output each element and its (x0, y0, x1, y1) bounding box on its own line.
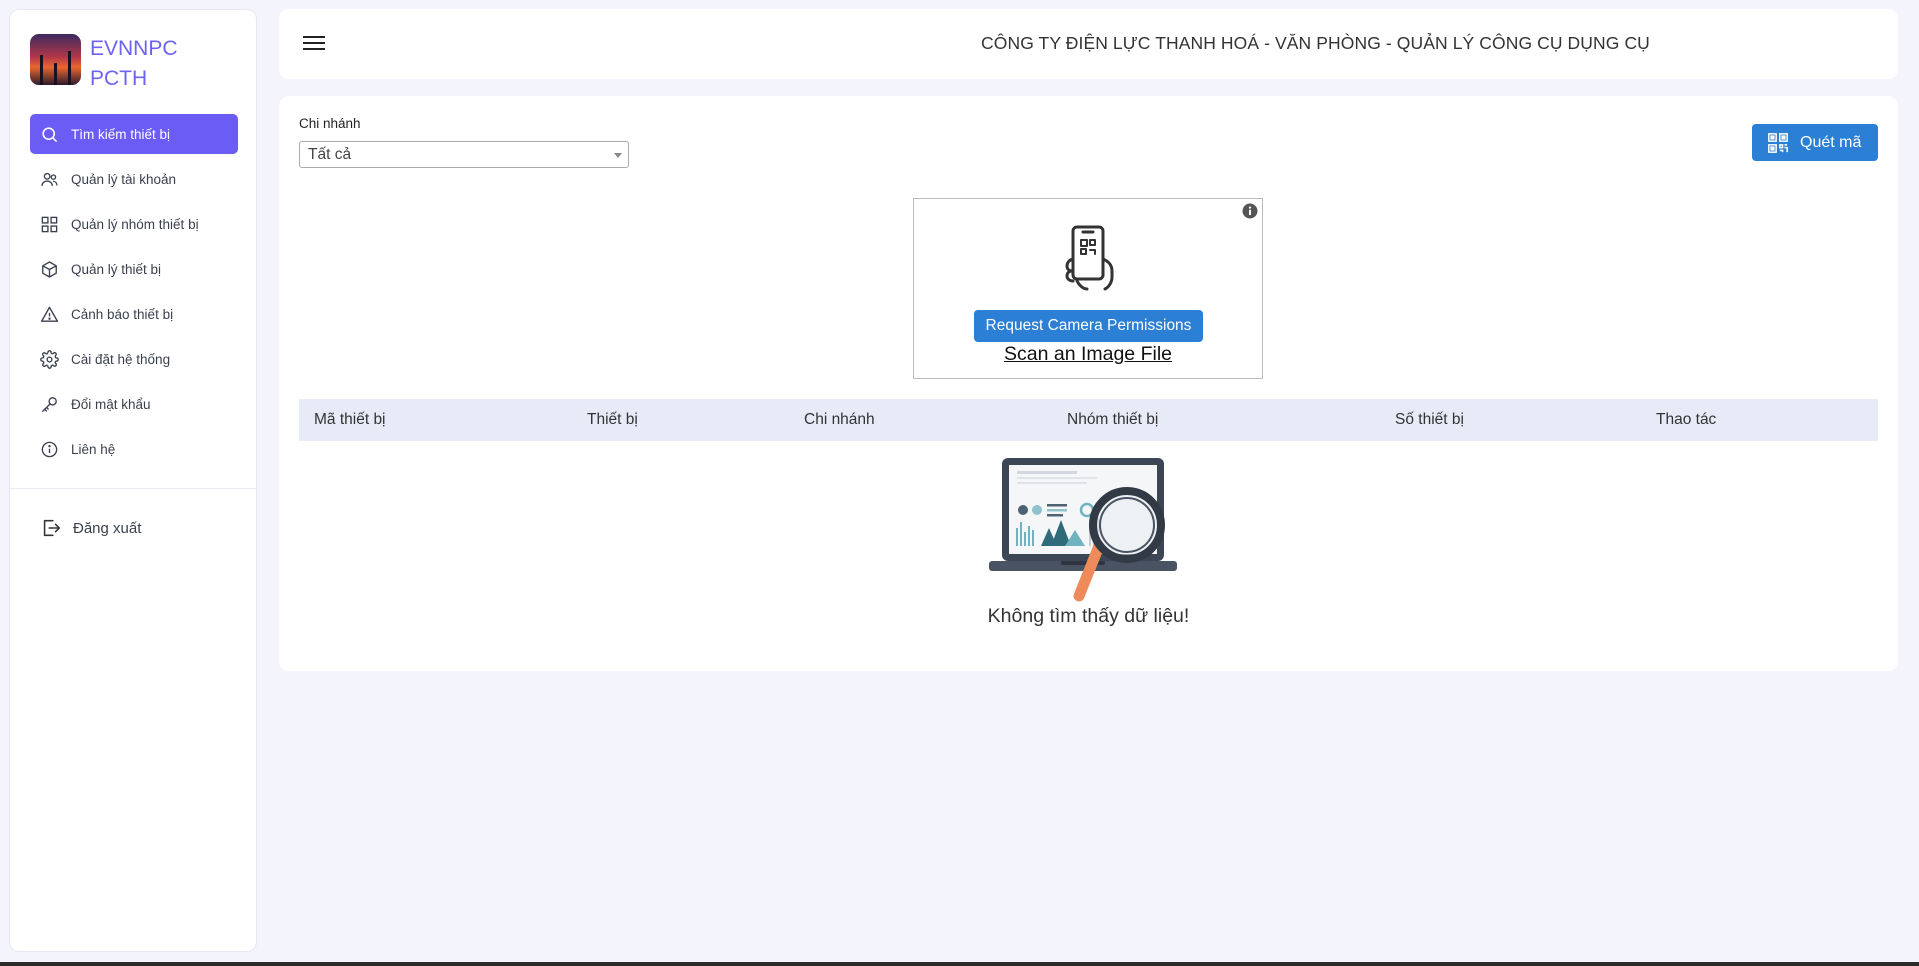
column-header: Mã thiết bị (314, 411, 386, 428)
logout-button[interactable]: Đăng xuất (40, 517, 141, 539)
scan-code-button[interactable]: Quét mã (1752, 124, 1878, 161)
search-icon (42, 126, 58, 142)
window-bottom-edge (0, 962, 1919, 966)
sidebar-item-label: Tìm kiếm thiết bị (71, 126, 171, 142)
request-camera-button[interactable]: Request Camera Permissions (974, 310, 1203, 342)
qr-scanner-panel: Request Camera Permissions Scan an Image… (913, 198, 1263, 379)
sidebar-item-settings[interactable]: Cài đặt hệ thống (30, 339, 238, 379)
phone-scan-icon (1065, 225, 1114, 291)
sidebar-item-search-devices[interactable]: Tìm kiếm thiết bị (30, 114, 238, 154)
scan-code-label: Quét mã (1800, 133, 1862, 151)
sidebar-divider (10, 488, 256, 489)
sidebar-nav: Tìm kiếm thiết bị Quản lý tài khoản Quản… (30, 114, 238, 474)
sidebar-item-device-groups[interactable]: Quản lý nhóm thiết bị (30, 204, 238, 244)
sidebar-item-label: Cảnh báo thiết bị (71, 306, 174, 322)
main-panel: Chi nhánh Tất cả Quét mã Request Camera … (279, 96, 1898, 671)
top-header: CÔNG TY ĐIỆN LỰC THANH HOÁ - VĂN PHÒNG -… (279, 9, 1898, 79)
sidebar-item-label: Đổi mật khẩu (71, 396, 151, 412)
brand-line-2: PCTH (90, 67, 148, 90)
branch-filter-label: Chi nhánh (299, 116, 361, 131)
grid-icon (41, 216, 58, 232)
branch-select[interactable]: Tất cả (299, 141, 629, 168)
sidebar-item-label: Quản lý tài khoản (71, 171, 177, 187)
key-icon (42, 396, 57, 412)
logout-label: Đăng xuất (73, 519, 142, 537)
column-header: Thao tác (1656, 411, 1717, 428)
chevron-down-icon (614, 153, 622, 158)
logout-icon (43, 519, 61, 537)
branch-select-value: Tất cả (308, 146, 352, 163)
menu-toggle-icon[interactable] (303, 36, 325, 52)
column-header: Thiết bị (587, 411, 638, 428)
box-icon (42, 260, 57, 278)
column-header: Nhóm thiết bị (1067, 411, 1159, 428)
empty-state-message: Không tìm thấy dữ liệu! (987, 605, 1190, 627)
page-title: CÔNG TY ĐIỆN LỰC THANH HOÁ - VĂN PHÒNG -… (981, 33, 1650, 53)
brand[interactable]: EVNNPC PCTH (30, 34, 178, 94)
users-icon (41, 172, 58, 186)
column-header: Số thiết bị (1395, 411, 1464, 428)
scan-image-file-link[interactable]: Scan an Image File (914, 343, 1262, 366)
brand-logo (30, 34, 81, 85)
sidebar-item-change-password[interactable]: Đổi mật khẩu (30, 384, 238, 424)
brand-line-1: EVNNPC (90, 37, 178, 60)
sidebar-item-label: Quản lý thiết bị (71, 261, 162, 277)
sidebar-item-label: Liên hệ (71, 441, 116, 457)
column-header: Chi nhánh (804, 411, 875, 428)
sidebar-item-devices[interactable]: Quản lý thiết bị (30, 249, 238, 289)
gear-icon (40, 349, 59, 369)
sidebar-item-label: Quản lý nhóm thiết bị (71, 216, 199, 232)
sidebar-item-label: Cài đặt hệ thống (71, 351, 171, 367)
info-icon (41, 441, 58, 457)
warning-icon (40, 306, 59, 322)
sidebar-item-device-alerts[interactable]: Cảnh báo thiết bị (30, 294, 238, 334)
qr-code-icon (1768, 132, 1788, 153)
sidebar: EVNNPC PCTH Tìm kiếm thiết bị Quản lý tà… (9, 9, 257, 952)
sidebar-item-accounts[interactable]: Quản lý tài khoản (30, 159, 238, 199)
no-data-illustration (989, 458, 1177, 602)
brand-name: EVNNPC PCTH (90, 34, 178, 94)
sidebar-item-contact[interactable]: Liên hệ (30, 429, 238, 469)
info-icon[interactable] (1242, 203, 1258, 219)
table-header: Mã thiết bị Thiết bị Chi nhánh Nhóm thiế… (299, 399, 1878, 441)
